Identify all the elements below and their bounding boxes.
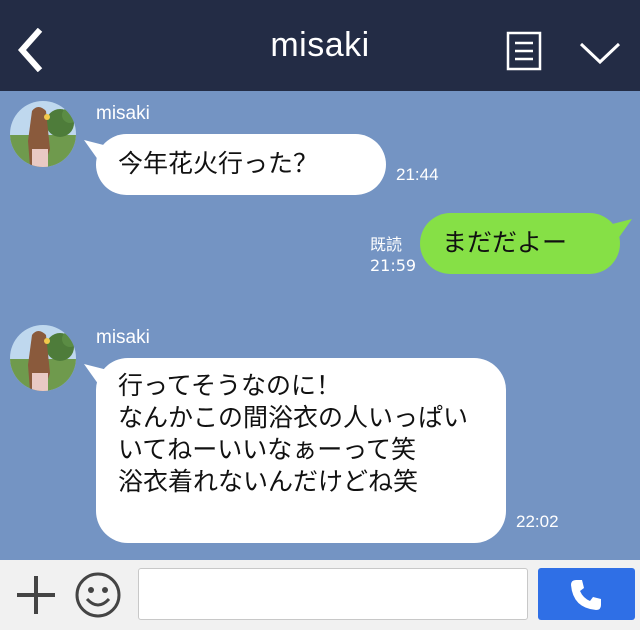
- phone-icon: [571, 580, 601, 610]
- chevron-down-icon[interactable]: [578, 40, 622, 66]
- call-button[interactable]: [538, 568, 635, 620]
- message-bubble-incoming[interactable]: 今年花火行った？: [96, 134, 386, 195]
- smiley-icon[interactable]: [74, 571, 122, 619]
- message-time: 22:02: [516, 512, 559, 531]
- message-bubble-outgoing[interactable]: まだだよー: [420, 213, 620, 274]
- message-list[interactable]: misaki 今年花火行った？ 21:44 既読 21:59 まだだよー mis…: [0, 91, 640, 560]
- read-receipt: 既読 21:59: [370, 234, 416, 276]
- avatar[interactable]: [10, 325, 76, 391]
- sender-name: misaki: [96, 327, 150, 348]
- chat-header: misaki: [0, 0, 640, 91]
- sender-name: misaki: [96, 103, 150, 124]
- message-composer: [0, 560, 640, 630]
- message-input[interactable]: [138, 568, 528, 620]
- avatar[interactable]: [10, 101, 76, 167]
- message-time: 21:44: [396, 165, 439, 184]
- message-bubble-incoming[interactable]: 行ってそうなのに！ なんかこの間浴衣の人いっぱいいてねーいいなぁーって笑 浴衣着…: [96, 358, 506, 543]
- note-icon[interactable]: [506, 31, 542, 71]
- message-time: 21:59: [370, 256, 417, 275]
- chat-title: misaki: [270, 26, 370, 64]
- read-label: 既読: [370, 235, 403, 254]
- plus-icon[interactable]: [14, 573, 58, 617]
